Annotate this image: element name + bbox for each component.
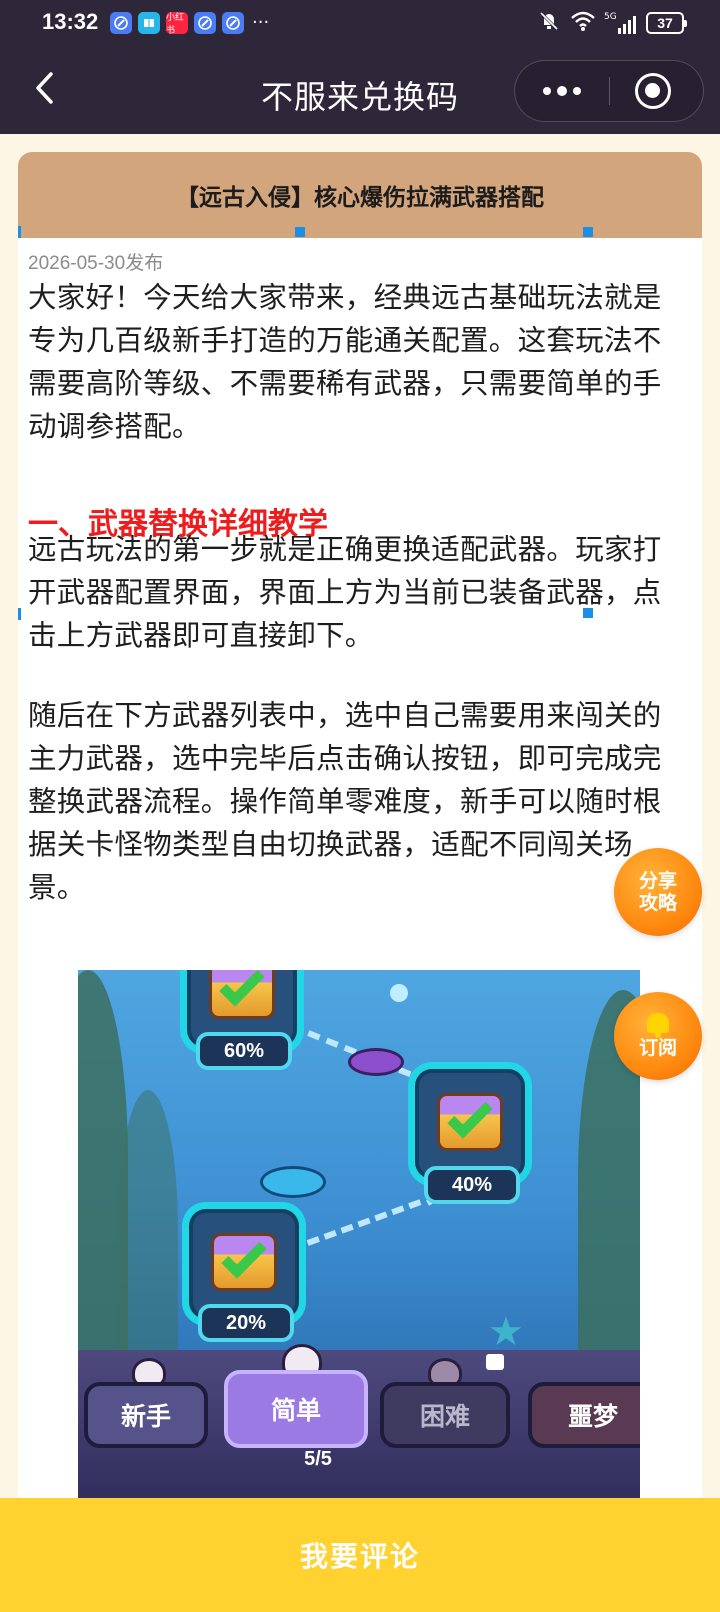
starfish-icon: ★ xyxy=(488,1309,524,1355)
xiaohongshu-icon: 小红书 xyxy=(166,12,188,36)
game-screenshot: 60% 40% 20% ★ 新手 简单 5/5 困难 噩梦 xyxy=(78,970,640,1512)
dot xyxy=(543,87,551,95)
publish-date: 2026-05-30发布 xyxy=(28,253,164,274)
article-card: 【远古入侵】核心爆伤拉满武器搭配 2026-05-30发布 大家好！今天给大家带… xyxy=(18,152,702,1512)
system-status-icons: 5G 37 xyxy=(538,10,687,36)
more-notifications-indicator: ··· xyxy=(252,12,270,33)
seaweed-decoration xyxy=(118,1090,178,1370)
mute-bell-icon xyxy=(538,10,560,36)
article-paragraph: 随后在下方武器列表中，选中自己需要用来闯关的主力武器，选中完毕后点击确认按钮，即… xyxy=(28,699,662,904)
selection-handle[interactable] xyxy=(583,608,593,618)
top-bar: 13:32 小红书 ··· 5G 37 不服来兑换码 xyxy=(0,0,720,134)
capsule-divider xyxy=(609,77,610,105)
cellular-signal-icon: 5G xyxy=(604,12,636,34)
mini-program-capsule xyxy=(514,60,704,122)
subscribe-label: 订阅 xyxy=(638,1037,677,1059)
subscribe-button[interactable]: 订阅 xyxy=(614,992,702,1080)
level-progress: 40% xyxy=(424,1166,520,1204)
article-title: 【远古入侵】核心爆伤拉满武器搭配 xyxy=(18,152,702,238)
browser-icon xyxy=(194,12,216,34)
network-type: 5G xyxy=(604,12,617,22)
selection-handle[interactable] xyxy=(18,608,21,620)
selection-handle[interactable] xyxy=(583,227,593,237)
status-bar: 13:32 小红书 ··· 5G 37 xyxy=(0,0,720,46)
selection-handle[interactable] xyxy=(295,227,305,237)
share-label: 攻略 xyxy=(638,892,677,914)
difficulty-button[interactable]: 简单 xyxy=(224,1370,368,1448)
wifi-icon xyxy=(570,10,596,36)
more-options-button[interactable] xyxy=(515,61,609,121)
lock-icon xyxy=(486,1354,504,1370)
bubble xyxy=(390,984,408,1002)
browser-icon xyxy=(222,12,244,34)
difficulty-button[interactable]: 困难 xyxy=(380,1382,510,1448)
difficulty-button[interactable]: 新手 xyxy=(84,1382,208,1448)
share-guide-button[interactable]: 分享 攻略 xyxy=(614,848,702,936)
selection-handle[interactable] xyxy=(18,226,21,238)
article-paragraph: 远古玩法的第一步就是正确更换适配武器。玩家打开武器配置界面，界面上方为当前已装备… xyxy=(28,533,662,652)
difficulty-progress: 5/5 xyxy=(304,1448,332,1470)
level-progress: 20% xyxy=(198,1304,294,1342)
difficulty-bar: 新手 简单 5/5 困难 噩梦 xyxy=(78,1344,640,1512)
dot xyxy=(573,87,581,95)
blue-fish-icon xyxy=(260,1166,326,1198)
difficulty-button[interactable]: 噩梦 xyxy=(528,1382,640,1448)
path-line xyxy=(306,1199,423,1248)
close-mini-program-button[interactable] xyxy=(635,73,671,109)
share-label: 分享 xyxy=(638,870,677,892)
dot xyxy=(557,86,567,96)
article-intro: 大家好！今天给大家带来，经典远古基础玩法就是专为几百级新手打造的万能通关配置。这… xyxy=(28,281,662,443)
battery-indicator: 37 xyxy=(646,12,687,34)
notification-app-icons: 小红书 ··· xyxy=(110,12,270,36)
browser-icon xyxy=(110,12,132,34)
reader-icon xyxy=(138,12,160,34)
nav-bar: 不服来兑换码 xyxy=(0,46,720,134)
comment-button[interactable]: 我要评论 xyxy=(0,1498,720,1612)
purple-fish-icon xyxy=(348,1048,404,1076)
status-time: 13:32 xyxy=(42,9,99,34)
level-progress: 60% xyxy=(196,1032,292,1070)
bell-icon xyxy=(647,1013,669,1038)
